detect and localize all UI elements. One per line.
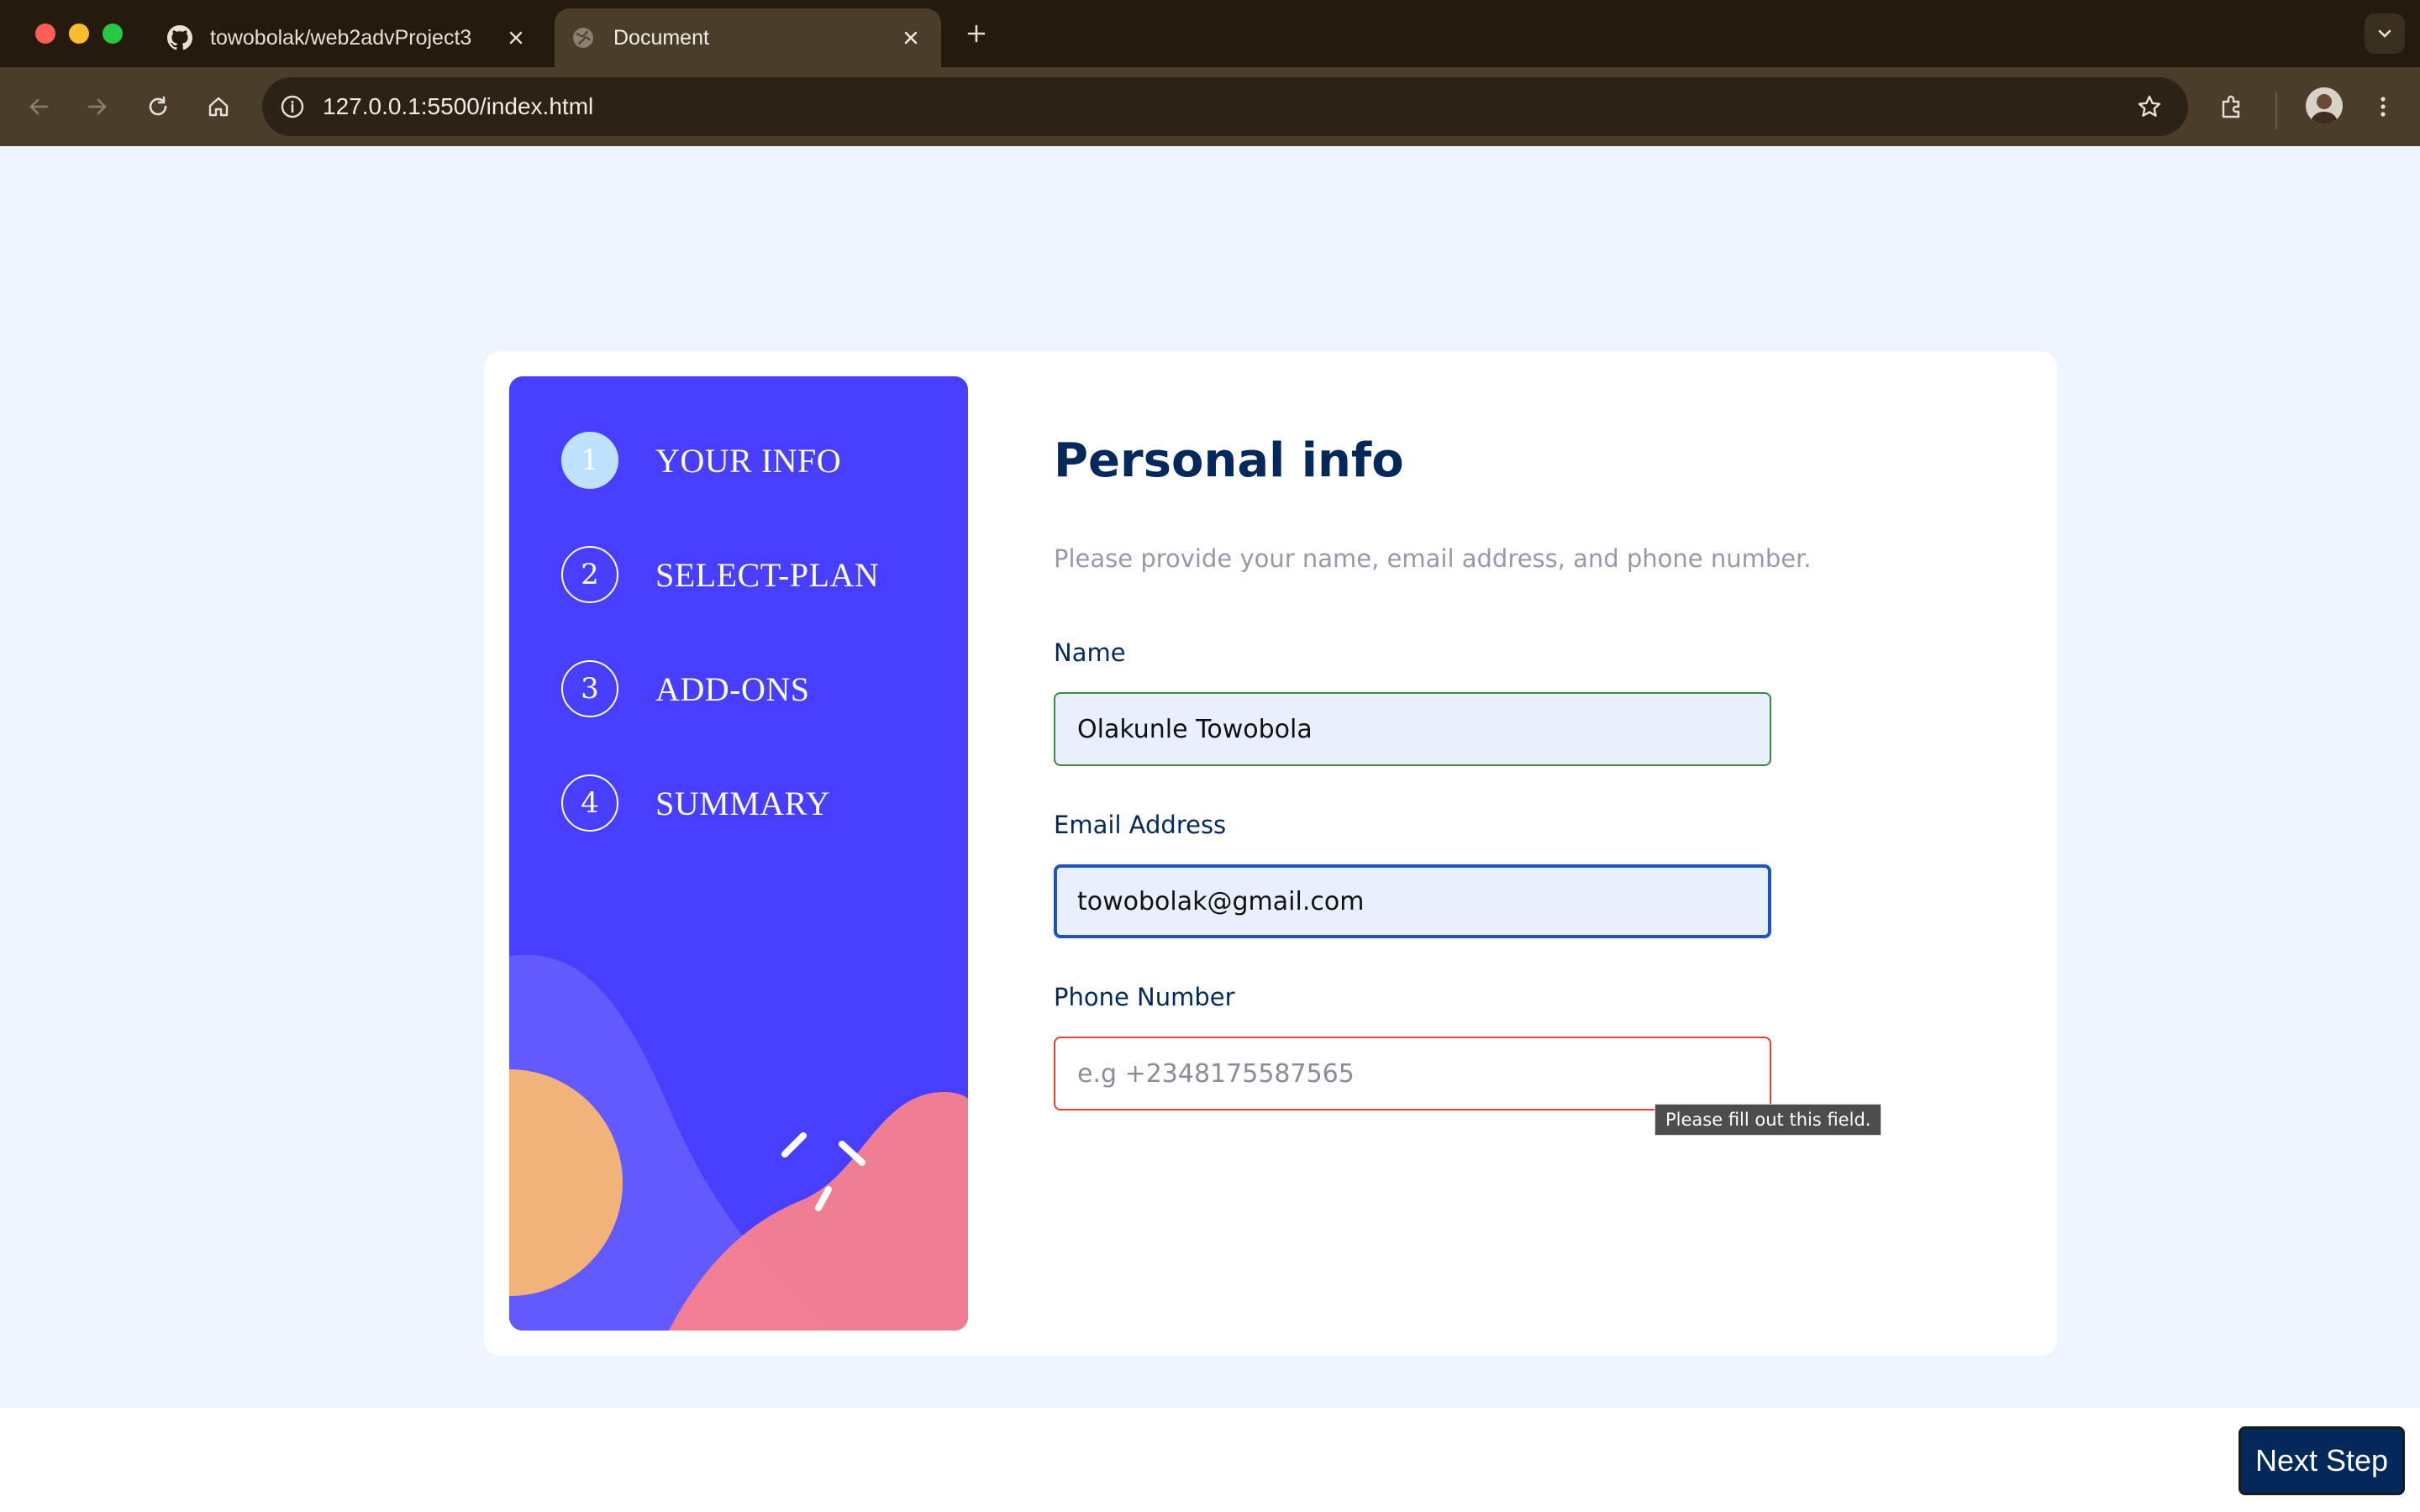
step-label: YOUR INFO [655,441,842,480]
site-info-icon[interactable] [276,90,309,123]
phone-placeholder: e.g +2348175587565 [1077,1058,1355,1089]
page-title: Personal info [1054,433,1404,488]
arrow-right-icon [87,98,107,115]
validation-tooltip: Please fill out this field. [1655,1104,1882,1136]
address-bar[interactable]: 127.0.0.1:5500/index.html [262,77,2188,136]
browser-tab-github[interactable]: towobolak/web2advProject3 [151,8,546,67]
step-number: 1 [561,432,618,489]
forward-button[interactable] [77,87,118,127]
home-icon [208,97,229,117]
tab-title: Document [613,25,709,50]
sidebar-step-summary[interactable]: 4 SUMMARY [561,774,830,832]
sidebar-step-add-ons[interactable]: 3 ADD-ONS [561,660,810,717]
email-field[interactable]: towobolak@gmail.com [1054,864,1771,938]
step-label: SUMMARY [655,784,831,822]
new-tab-button[interactable] [960,17,993,50]
sidebar-step-your-info[interactable]: 1 YOUR INFO [561,432,841,489]
window-minimize-button[interactable] [69,24,89,44]
step-label: SELECT-PLAN [655,555,880,594]
arrow-left-icon [29,98,49,115]
next-step-button[interactable]: Next Step [2238,1426,2405,1495]
page-subtitle: Please provide your name, email address,… [1054,544,1812,573]
phone-field[interactable]: e.g +2348175587565 [1054,1037,1771,1110]
step-sidebar: 1 YOUR INFO 2 SELECT-PLAN 3 ADD-ONS 4 SU… [509,376,968,1331]
name-value: Olakunle Towobola [1077,714,1313,744]
close-icon[interactable] [499,21,533,55]
reload-button[interactable] [138,87,178,127]
browser-toolbar: 127.0.0.1:5500/index.html [0,67,2420,146]
email-label: Email Address [1054,811,1227,839]
globe-icon [570,24,597,51]
home-button[interactable] [198,87,239,127]
puzzle-icon [2222,95,2240,118]
step-number: 2 [561,546,618,603]
window-maximize-button[interactable] [103,24,123,44]
url-text: 127.0.0.1:5500/index.html [323,93,594,119]
footer-bar [0,1408,2420,1512]
phone-label: Phone Number [1054,983,1235,1011]
browser-menu-button[interactable] [2363,87,2403,127]
name-label: Name [1054,638,1126,667]
sidebar-step-select-plan[interactable]: 2 SELECT-PLAN [561,546,879,603]
toolbar-divider [2275,92,2277,129]
step-number: 3 [561,660,618,717]
tab-title: towobolak/web2advProject3 [210,25,472,50]
tab-search-button[interactable] [2365,13,2405,54]
email-value: towobolak@gmail.com [1077,886,1365,916]
window-close-button[interactable] [35,24,55,44]
browser-tab-bar: towobolak/web2advProject3 Document [0,0,2420,67]
name-field[interactable]: Olakunle Towobola [1054,692,1771,766]
github-icon [166,24,193,51]
chevron-down-icon [2378,29,2391,38]
sidebar-background-art [509,954,968,1331]
profile-avatar[interactable] [2306,87,2343,124]
extensions-button[interactable] [2212,87,2252,127]
reload-icon [149,96,167,116]
step-number: 4 [561,774,618,832]
form-card: 1 YOUR INFO 2 SELECT-PLAN 3 ADD-ONS 4 SU… [484,351,2057,1356]
browser-tab-document[interactable]: Document [555,8,941,67]
bookmark-star-icon[interactable] [2133,90,2166,123]
close-icon[interactable] [894,21,928,55]
step-label: ADD-ONS [655,669,810,708]
back-button[interactable] [18,87,59,127]
kebab-menu-icon [2381,97,2386,117]
